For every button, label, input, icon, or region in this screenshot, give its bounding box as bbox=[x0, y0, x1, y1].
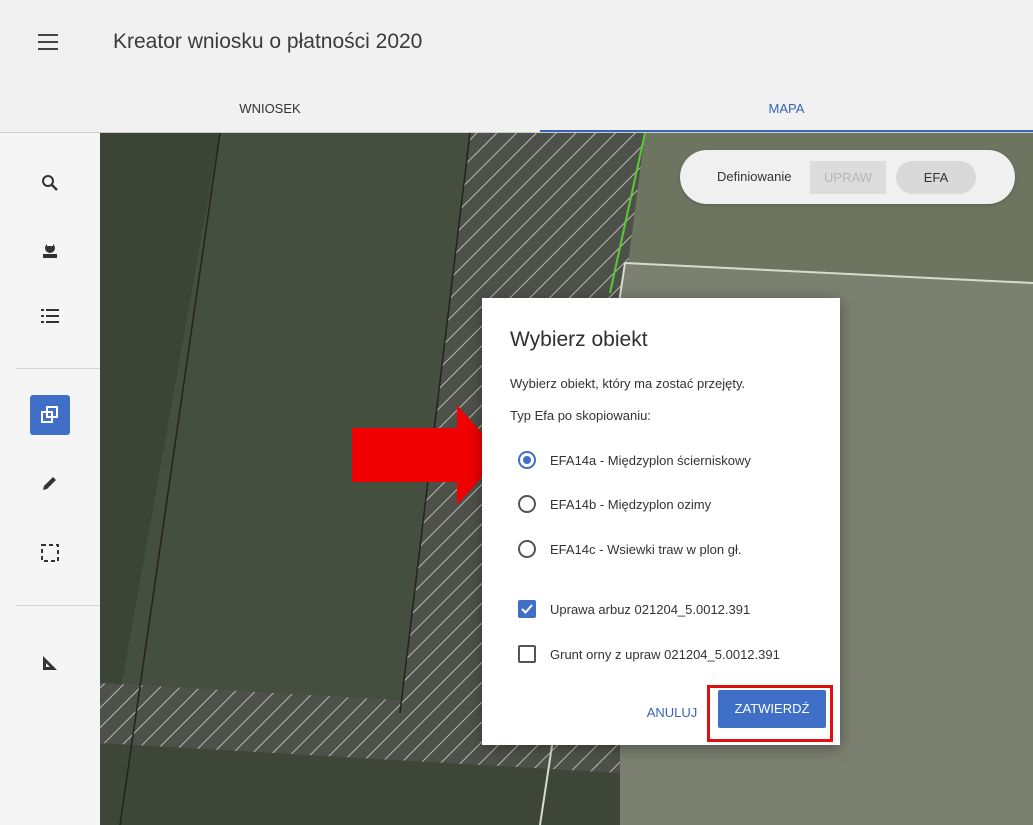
checkbox-uprawa-arbuz[interactable]: Uprawa arbuz 021204_5.0012.391 bbox=[518, 596, 750, 622]
dialog-description: Wybierz obiekt, który ma zostać przejęty… bbox=[510, 376, 746, 391]
select-object-dialog: Wybierz obiekt Wybierz obiekt, który ma … bbox=[482, 298, 840, 745]
copy-icon[interactable] bbox=[30, 395, 70, 435]
mode-switch-label: Definiowanie bbox=[717, 169, 792, 184]
select-area-icon[interactable] bbox=[30, 533, 70, 573]
tab-bar: WNIOSEK MAPA bbox=[0, 88, 1033, 133]
mode-upraw-button[interactable]: UPRAW bbox=[810, 161, 886, 194]
pencil-icon[interactable] bbox=[30, 463, 70, 503]
dialog-subtitle: Typ Efa po skopiowaniu: bbox=[510, 408, 651, 423]
app-header: Kreator wniosku o płatności 2020 bbox=[0, 0, 1033, 89]
search-icon[interactable] bbox=[30, 163, 70, 203]
checkbox-label: Uprawa arbuz 021204_5.0012.391 bbox=[550, 601, 751, 617]
app-window: Kreator wniosku o płatności 2020 WNIOSEK… bbox=[0, 0, 1033, 825]
checkbox-label: Grunt orny z upraw 021204_5.0012.391 bbox=[550, 646, 780, 662]
radio-button[interactable] bbox=[518, 495, 536, 513]
map-toolbar bbox=[0, 133, 101, 825]
cancel-button[interactable]: ANULUJ bbox=[632, 698, 712, 728]
dialog-title: Wybierz obiekt bbox=[510, 328, 648, 351]
highlight-box bbox=[707, 685, 833, 742]
checkbox[interactable] bbox=[518, 645, 536, 663]
checkmark-icon bbox=[521, 604, 533, 614]
radio-label: EFA14c - Wsiewki traw w plon gł. bbox=[550, 541, 742, 557]
radio-efa14b[interactable]: EFA14b - Międzyplon ozimy bbox=[518, 491, 711, 517]
hamburger-icon[interactable] bbox=[38, 34, 58, 50]
radio-button[interactable] bbox=[518, 540, 536, 558]
mode-switch: Definiowanie UPRAW EFA bbox=[680, 150, 1015, 204]
tab-mapa[interactable]: MAPA bbox=[540, 88, 1033, 132]
radio-efa14a[interactable]: EFA14a - Międzyplon ścierniskowy bbox=[518, 447, 751, 473]
radio-efa14c[interactable]: EFA14c - Wsiewki traw w plon gł. bbox=[518, 536, 741, 562]
measure-icon[interactable] bbox=[30, 643, 70, 683]
checkbox[interactable] bbox=[518, 600, 536, 618]
checkbox-grunt-orny[interactable]: Grunt orny z upraw 021204_5.0012.391 bbox=[518, 641, 780, 667]
radio-label: EFA14b - Międzyplon ozimy bbox=[550, 496, 712, 512]
toolbar-divider bbox=[16, 605, 100, 606]
radio-button[interactable] bbox=[518, 451, 536, 469]
list-icon[interactable] bbox=[30, 296, 70, 336]
radio-label: EFA14a - Międzyplon ścierniskowy bbox=[550, 452, 751, 468]
tab-wniosek[interactable]: WNIOSEK bbox=[0, 88, 540, 132]
mode-efa-button[interactable]: EFA bbox=[896, 161, 976, 194]
app-title: Kreator wniosku o płatności 2020 bbox=[113, 30, 423, 53]
crop-icon[interactable] bbox=[30, 229, 70, 269]
toolbar-divider bbox=[16, 368, 100, 369]
